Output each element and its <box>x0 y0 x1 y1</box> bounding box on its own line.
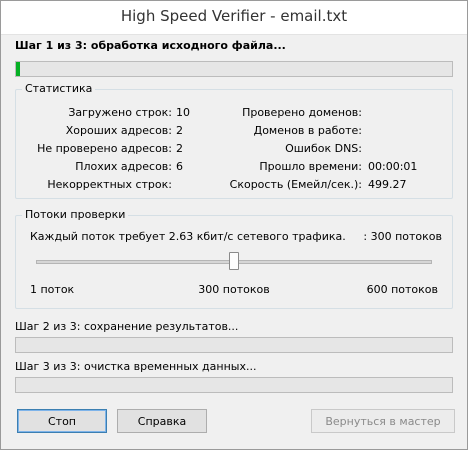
stat-unchecked-addresses-value: 2 <box>176 142 183 155</box>
verifier-window: High Speed Verifier - email.txt Шаг 1 из… <box>0 0 468 450</box>
step3-progress-bar <box>15 377 453 393</box>
stat-loaded-lines-label: Загружено строк: <box>68 106 172 119</box>
threads-slider[interactable] <box>36 252 432 276</box>
stat-good-addresses-value: 2 <box>176 124 183 137</box>
step1-progress-bar <box>15 61 453 77</box>
stat-speed-value: 499.27 <box>368 178 407 191</box>
stat-elapsed-time-value: 00:00:01 <box>368 160 418 173</box>
step3-label: Шаг 3 из 3: очистка временных данных... <box>15 360 257 373</box>
threads-traffic-info: Каждый поток требует 2.63 кбит/с сетевог… <box>30 230 346 243</box>
step2-label: Шаг 2 из 3: сохранение результатов... <box>15 320 239 333</box>
title-bar[interactable]: High Speed Verifier - email.txt <box>1 1 467 35</box>
stat-elapsed-time-label: Прошло времени: <box>259 160 362 173</box>
threads-slider-thumb[interactable] <box>229 252 239 270</box>
stat-domains-in-progress-label: Доменов в работе: <box>253 124 362 137</box>
threads-title: Потоки проверки <box>22 208 129 221</box>
step1-progress-fill <box>16 62 21 76</box>
stat-bad-addresses-value: 6 <box>176 160 183 173</box>
statistics-title: Статистика <box>22 82 96 95</box>
threads-max-label: 600 потоков <box>366 283 438 296</box>
stat-bad-addresses-label: Плохих адресов: <box>75 160 172 173</box>
stat-good-addresses-label: Хороших адресов: <box>65 124 172 137</box>
stat-dns-errors-label: Ошибок DNS: <box>285 142 362 155</box>
threads-current-count: : 300 потоков <box>363 230 442 243</box>
statistics-group: Статистика Загружено строк: 10 Хороших а… <box>15 82 453 199</box>
step1-label: Шаг 1 из 3: обработка исходного файла... <box>15 39 286 52</box>
threads-group: Потоки проверки Каждый поток требует 2.6… <box>15 208 453 309</box>
stat-unchecked-addresses-label: Не проверено адресов: <box>37 142 172 155</box>
back-to-wizard-button[interactable]: Вернуться в мастер <box>311 409 455 433</box>
stat-invalid-lines-label: Некорректных строк: <box>47 178 172 191</box>
stop-button[interactable]: Стоп <box>17 409 107 433</box>
stat-loaded-lines-value: 10 <box>176 106 190 119</box>
stat-domains-checked-label: Проверено доменов: <box>242 106 362 119</box>
window-title: High Speed Verifier - email.txt <box>120 7 348 25</box>
stat-speed-label: Скорость (Емейл/сек.): <box>229 178 362 191</box>
step2-progress-bar <box>15 337 453 353</box>
help-button[interactable]: Справка <box>117 409 207 433</box>
